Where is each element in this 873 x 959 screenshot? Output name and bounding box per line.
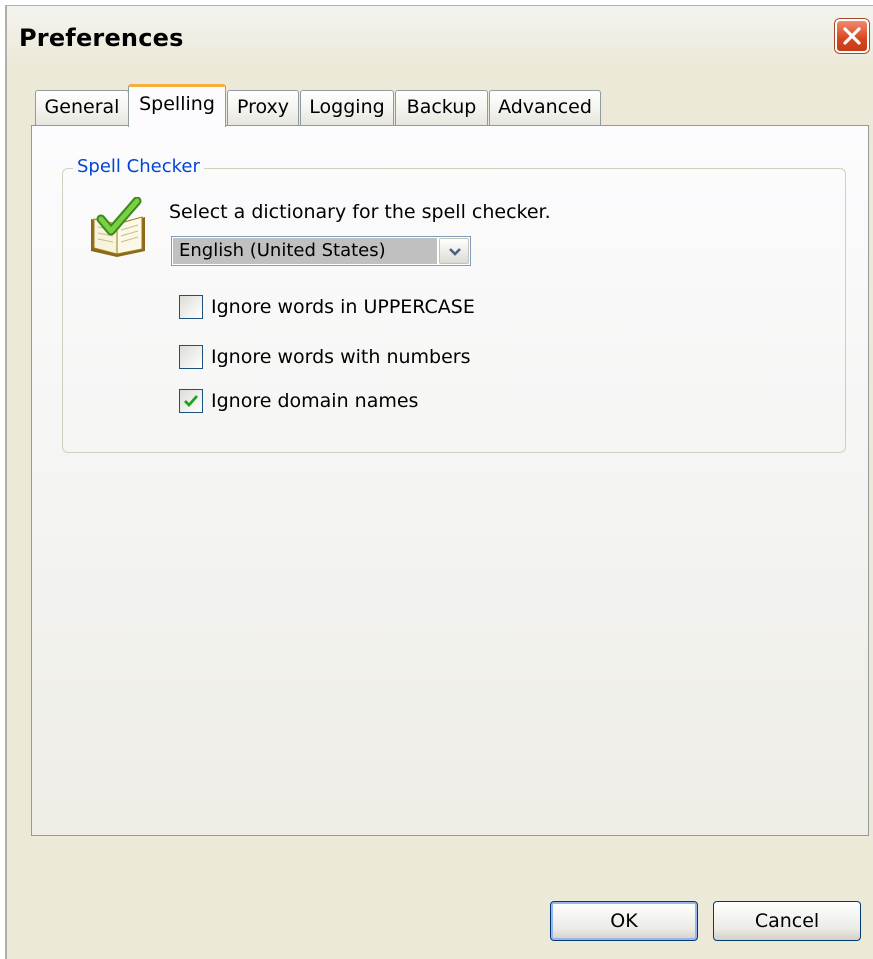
checkbox-ignore-numbers[interactable]: [179, 345, 203, 369]
close-button[interactable]: [835, 19, 869, 53]
tab-backup[interactable]: Backup: [395, 90, 488, 125]
dictionary-label: Select a dictionary for the spell checke…: [169, 201, 551, 223]
checkmark-icon: [184, 395, 199, 408]
ok-button[interactable]: OK: [550, 901, 698, 941]
tab-spelling[interactable]: Spelling: [128, 84, 226, 127]
title-bar[interactable]: Preferences: [7, 6, 873, 68]
spelling-tab-panel: Spell Checker Select a dictionary for th…: [31, 125, 869, 836]
dictionary-select[interactable]: English (United States): [171, 236, 471, 266]
chevron-down-icon: [449, 248, 461, 256]
close-icon: [843, 27, 861, 45]
dictionary-selected-value: English (United States): [173, 238, 437, 264]
preferences-window: Preferences General Spelling Proxy Loggi…: [5, 5, 873, 959]
option-label: Ignore domain names: [211, 390, 419, 412]
cancel-button[interactable]: Cancel: [713, 901, 861, 941]
option-label: Ignore words in UPPERCASE: [211, 296, 475, 318]
tab-general[interactable]: General: [35, 90, 129, 125]
option-label: Ignore words with numbers: [211, 346, 471, 368]
tab-proxy[interactable]: Proxy: [227, 90, 299, 125]
tab-advanced[interactable]: Advanced: [489, 90, 601, 125]
checkbox-ignore-uppercase[interactable]: [179, 295, 203, 319]
dropdown-button[interactable]: [439, 238, 469, 264]
window-title: Preferences: [19, 24, 184, 52]
spell-checker-group: Spell Checker Select a dictionary for th…: [62, 156, 846, 453]
dictionary-book-icon: [87, 196, 151, 263]
tab-logging[interactable]: Logging: [300, 90, 394, 125]
checkbox-ignore-domains[interactable]: [179, 389, 203, 413]
group-title: Spell Checker: [73, 156, 204, 177]
